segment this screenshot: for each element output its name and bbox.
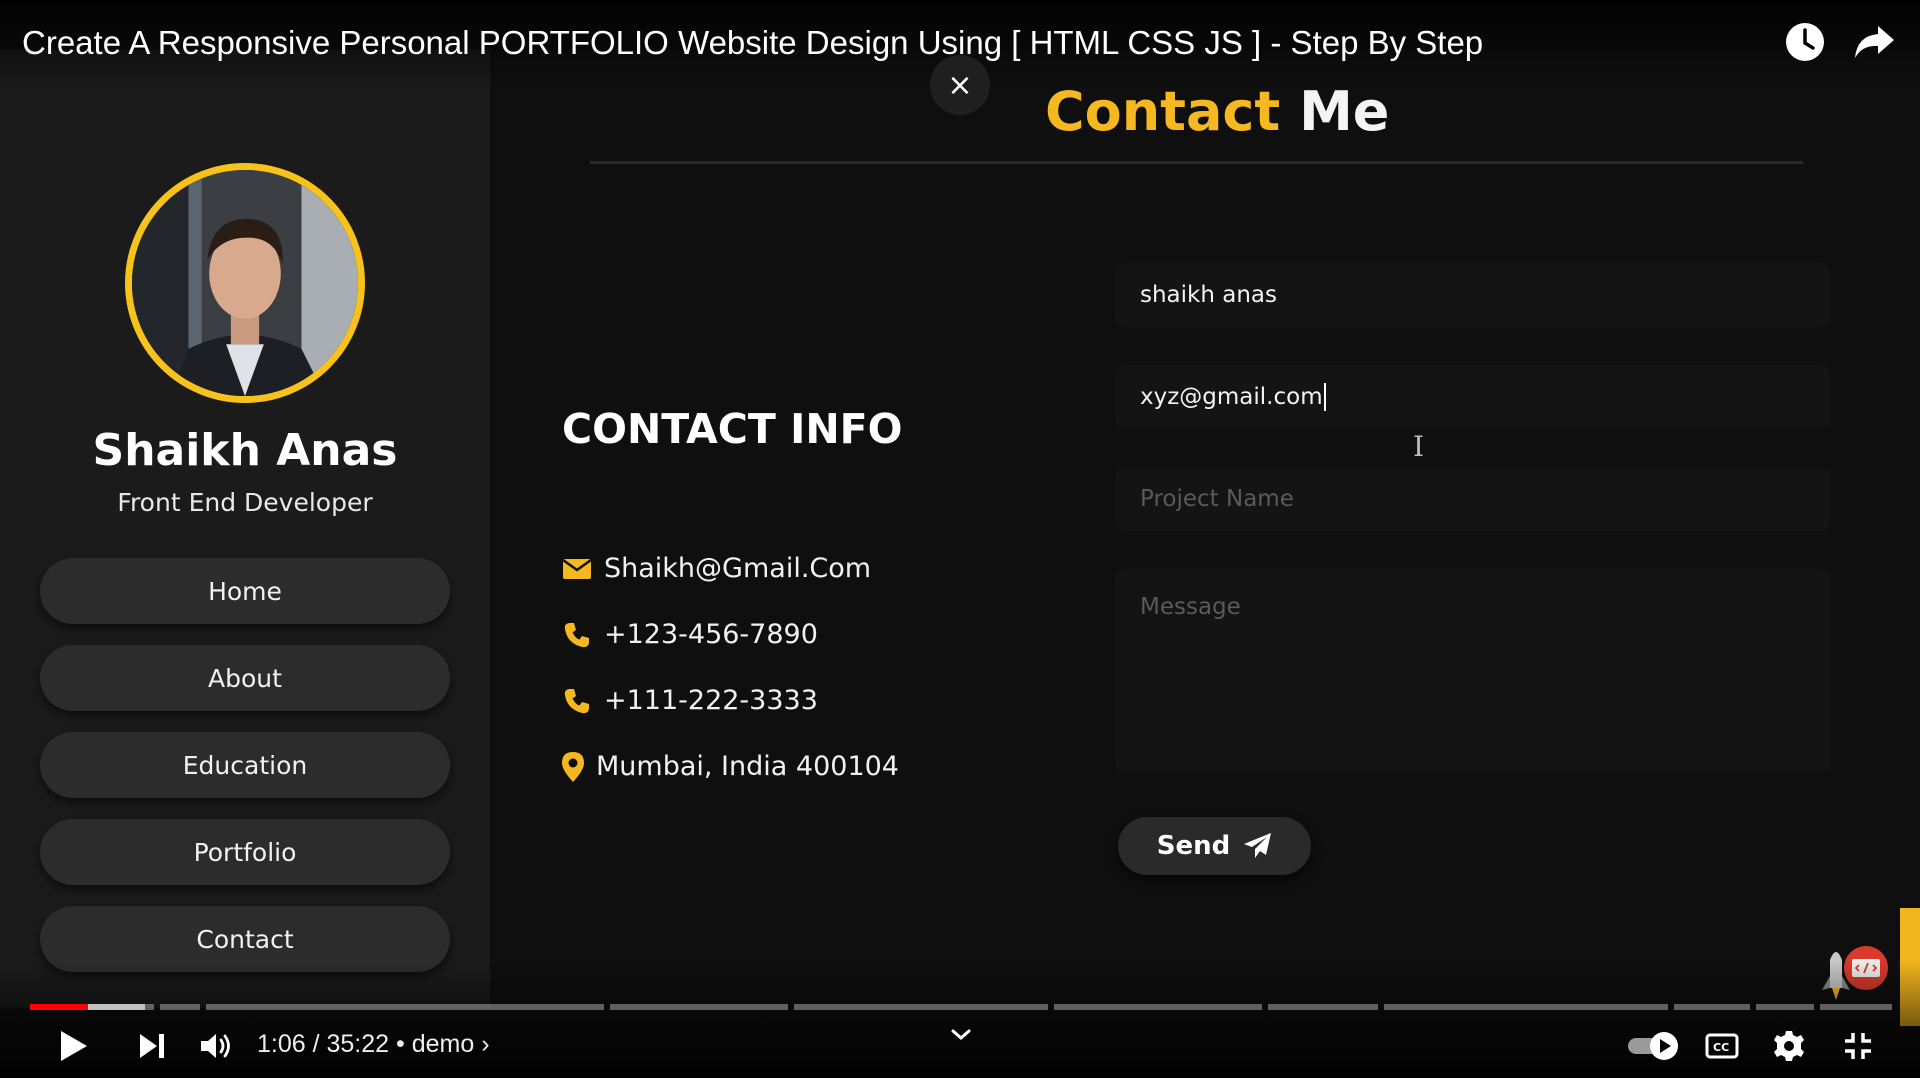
map-marker-icon — [562, 751, 584, 782]
play-icon — [61, 1031, 87, 1061]
time-separator: • — [396, 1030, 412, 1058]
next-button[interactable] — [134, 1028, 170, 1064]
text-cursor-icon: I — [1413, 430, 1425, 463]
chapter-segment — [1384, 1004, 1668, 1010]
chapter-segment — [610, 1004, 788, 1010]
profile-photo — [132, 170, 358, 396]
name-field[interactable]: shaikh anas — [1115, 263, 1830, 327]
project-name-placeholder: Project Name — [1140, 486, 1294, 512]
avatar — [125, 163, 365, 403]
chevron-down-icon[interactable] — [950, 1026, 972, 1048]
chapter-segment — [1054, 1004, 1262, 1010]
captions-icon: CC — [1705, 1033, 1739, 1059]
paper-plane-icon — [1244, 833, 1272, 858]
chapter-segment — [1756, 1004, 1814, 1010]
send-button[interactable]: Send — [1118, 817, 1311, 875]
phone-icon — [562, 686, 592, 716]
project-name-field[interactable]: Project Name — [1115, 467, 1830, 531]
portfolio-sidebar: Shaikh Anas Front End Developer Home Abo… — [0, 50, 490, 1008]
close-button[interactable]: × — [930, 55, 990, 115]
nav-about-button[interactable]: About — [40, 645, 450, 711]
contact-phone2-text: +111-222-3333 — [604, 685, 818, 716]
chapter-segment — [206, 1004, 604, 1010]
share-icon[interactable] — [1852, 20, 1896, 64]
contact-info-title: CONTACT INFO — [562, 405, 903, 453]
time-text: 1:06 / 35:22 — [257, 1030, 390, 1058]
name-field-value: shaikh anas — [1140, 282, 1278, 308]
settings-button[interactable] — [1772, 1028, 1806, 1064]
progress-bar[interactable] — [30, 1004, 1892, 1010]
chapter-chevron-icon[interactable]: › — [481, 1030, 489, 1058]
email-field[interactable]: xyz@gmail.com — [1115, 365, 1830, 429]
heading-divider — [590, 161, 1803, 164]
exit-fullscreen-icon — [1845, 1033, 1871, 1059]
played-bar — [30, 1004, 88, 1010]
contact-email-text: Shaikh@Gmail.Com — [604, 553, 872, 584]
phone-icon — [562, 620, 592, 650]
profile-role: Front End Developer — [117, 488, 373, 517]
autoplay-toggle[interactable] — [1626, 1028, 1682, 1064]
send-button-label: Send — [1156, 831, 1231, 861]
chapter-title[interactable]: demo — [412, 1030, 475, 1058]
contact-phone1-text: +123-456-7890 — [604, 619, 818, 650]
message-field[interactable]: Message — [1115, 569, 1830, 773]
captions-button[interactable]: CC — [1704, 1028, 1740, 1064]
autoplay-icon — [1628, 1032, 1678, 1060]
next-icon — [140, 1034, 164, 1058]
contact-address-text: Mumbai, India 400104 — [596, 751, 899, 782]
envelope-icon — [562, 554, 592, 584]
volume-icon — [201, 1034, 230, 1058]
play-button[interactable] — [56, 1028, 92, 1064]
message-placeholder: Message — [1140, 594, 1241, 620]
contact-phone2-row: +111-222-3333 — [562, 685, 818, 716]
chapter-segment — [160, 1004, 200, 1010]
video-frame[interactable]: Shaikh Anas Front End Developer Home Abo… — [0, 0, 1920, 1078]
sidebar-nav: Home About Education Portfolio Contact — [40, 558, 450, 993]
email-field-value: xyz@gmail.com — [1140, 384, 1323, 410]
chapter-segment — [1820, 1004, 1892, 1010]
nav-home-button[interactable]: Home — [40, 558, 450, 624]
mute-button[interactable] — [198, 1028, 234, 1064]
svg-text:CC: CC — [1713, 1041, 1729, 1054]
contact-section: Contact Me CONTACT INFO Shaikh@Gmail.Com… — [490, 50, 1920, 1008]
contact-phone1-row: +123-456-7890 — [562, 619, 818, 650]
chapter-segment — [1674, 1004, 1750, 1010]
watch-later-icon[interactable] — [1783, 20, 1827, 64]
nav-education-button[interactable]: Education — [40, 732, 450, 798]
time-display: 1:06 / 35:22 • demo › — [257, 1030, 490, 1059]
gear-icon — [1774, 1031, 1804, 1061]
profile-name: Shaikh Anas — [92, 425, 398, 476]
video-title[interactable]: Create A Responsive Personal PORTFOLIO W… — [22, 24, 1483, 62]
contact-email-row: Shaikh@Gmail.Com — [562, 553, 871, 584]
contact-address-row: Mumbai, India 400104 — [562, 751, 899, 782]
chapter-segment — [1268, 1004, 1378, 1010]
chapter-segment — [794, 1004, 1048, 1010]
text-caret — [1323, 383, 1326, 411]
nav-portfolio-button[interactable]: Portfolio — [40, 819, 450, 885]
exit-fullscreen-button[interactable] — [1842, 1028, 1874, 1064]
